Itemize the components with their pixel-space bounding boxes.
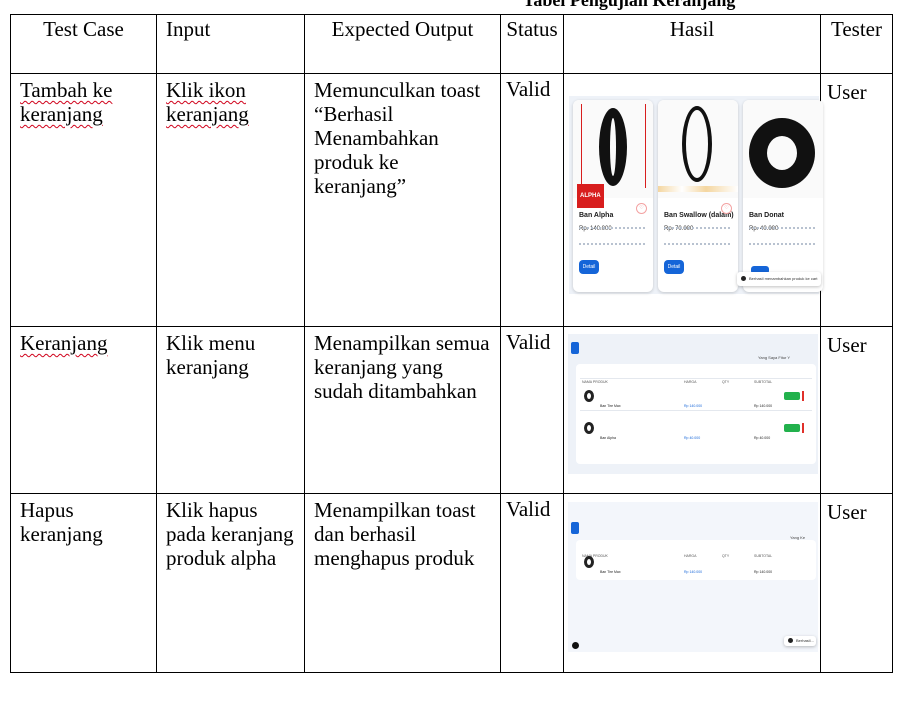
tire-icon	[682, 106, 712, 182]
header-expected-output: Expected Output	[304, 14, 501, 74]
input-cell: Klik ikon keranjang	[166, 78, 249, 126]
product-image: ALPHA	[573, 100, 653, 208]
header-hasil: Hasil	[563, 14, 821, 74]
header-tester: Tester	[820, 14, 893, 74]
result-screenshot-delete-cart: Yang Ke NAMA PRODUK HARGA QTY SUBTOTAL B…	[568, 502, 818, 652]
delete-button[interactable]	[802, 391, 804, 401]
status-cell: Valid	[506, 77, 551, 101]
table-row: Keranjang Klik menu keranjang Menampilka…	[10, 326, 893, 494]
cart-table: NAMA PRODUK HARGA QTY SUBTOTAL Ban Tire …	[576, 540, 816, 580]
input-cell: Klik hapus pada keranjang produk alpha	[166, 498, 294, 570]
product-thumb	[584, 556, 594, 568]
tester-cell: User	[827, 333, 867, 357]
table-row: Hapus keranjang Klik hapus pada keranjan…	[10, 493, 893, 673]
test-case-cell: Keranjang	[20, 331, 108, 355]
input-cell: Klik menu keranjang	[166, 331, 256, 379]
status-dot	[572, 642, 579, 649]
tester-cell: User	[827, 80, 867, 104]
table-caption: Tabel Pengujian Keranjang	[523, 0, 736, 10]
product-image	[743, 100, 823, 198]
product-thumb	[584, 390, 594, 402]
header-status: Status	[500, 14, 564, 74]
table-header-row: Test Case Input Expected Output Status H…	[10, 14, 893, 74]
tire-icon	[749, 118, 815, 188]
heart-icon[interactable]: ♡	[636, 203, 647, 214]
detail-button[interactable]: Detail	[579, 260, 599, 274]
product-thumb	[584, 422, 594, 434]
detail-button[interactable]: Detail	[664, 260, 684, 274]
table-row: Tambah ke keranjang Klik ikon keranjang …	[10, 73, 893, 327]
product-card: Ban Donat Rp. 40.000	[743, 100, 823, 292]
result-screenshot-add-to-cart: ALPHA Ban Alpha ♡ Rp. 140.000 Detail Ban…	[569, 96, 823, 294]
product-description	[579, 227, 645, 245]
test-case-table: Test Case Input Expected Output Status H…	[10, 14, 893, 673]
product-card: Ban Swallow (dalam) ♡ Rp. 70.000 Detail	[658, 100, 738, 292]
cart-table: NAMA PRODUK HARGA QTY SUBTOTAL Ban Tire …	[576, 364, 816, 464]
header-input: Input	[156, 14, 305, 74]
test-case-cell: Tambah ke keranjang	[20, 78, 113, 126]
expected-cell: Menampilkan toast dan berhasil menghapus…	[314, 498, 476, 570]
product-description	[749, 227, 815, 245]
tester-cell: User	[827, 500, 867, 524]
product-description	[664, 227, 730, 245]
product-card: ALPHA Ban Alpha ♡ Rp. 140.000 Detail	[573, 100, 653, 292]
tire-icon	[599, 108, 627, 186]
success-toast: Berhasil menambahkan produk ke cart	[737, 272, 821, 286]
success-toast: Berhasil...	[784, 636, 816, 646]
delete-button[interactable]	[802, 423, 804, 433]
test-case-cell: Hapus keranjang	[20, 498, 103, 546]
check-icon	[741, 276, 746, 282]
header-test-case: Test Case	[10, 14, 157, 74]
status-cell: Valid	[506, 330, 551, 354]
checkout-button[interactable]	[784, 392, 800, 400]
expected-cell: Menampilkan semua keranjang yang sudah d…	[314, 331, 490, 403]
expected-cell: Memunculkan toast “Berhasil Menambahkan …	[314, 78, 481, 198]
check-icon	[788, 638, 793, 644]
result-screenshot-cart-list: Yang Saya Fitur Y NAMA PRODUK HARGA QTY …	[568, 334, 818, 474]
product-image	[658, 100, 738, 198]
app-logo	[571, 342, 579, 354]
caption-strip: Tabel Pengujian Keranjang	[0, 0, 920, 14]
heart-icon[interactable]: ♡	[721, 203, 732, 214]
checkout-button[interactable]	[784, 424, 800, 432]
status-cell: Valid	[506, 497, 551, 521]
app-logo	[571, 522, 579, 534]
